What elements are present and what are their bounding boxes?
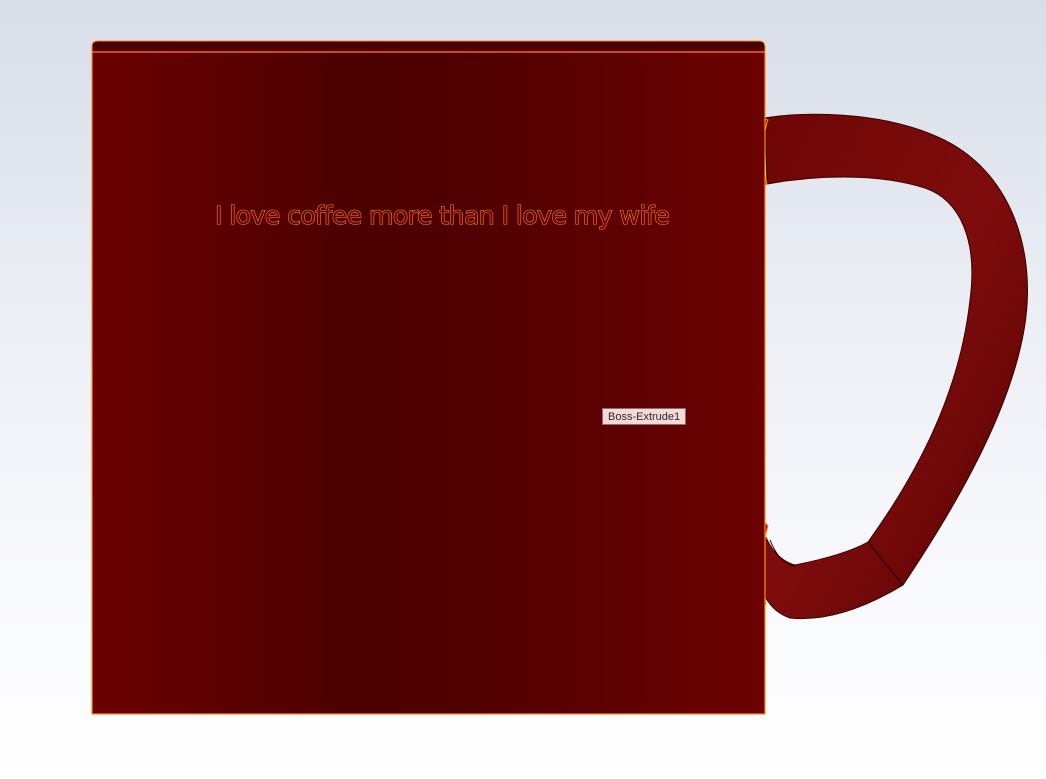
3d-viewport[interactable]: I love coffee more than I love my wife B…	[0, 0, 1046, 779]
mug-model[interactable]: I love coffee more than I love my wife	[0, 0, 1046, 779]
engraving-text[interactable]: I love coffee more than I love my wife	[214, 200, 670, 230]
handle-tube	[759, 113, 1028, 620]
mug-handle[interactable]	[753, 113, 1028, 620]
mug-front-face	[91, 51, 766, 715]
feature-tooltip: Boss-Extrude1	[602, 408, 687, 425]
mug-rim	[91, 40, 766, 53]
mug-body[interactable]	[91, 40, 766, 715]
